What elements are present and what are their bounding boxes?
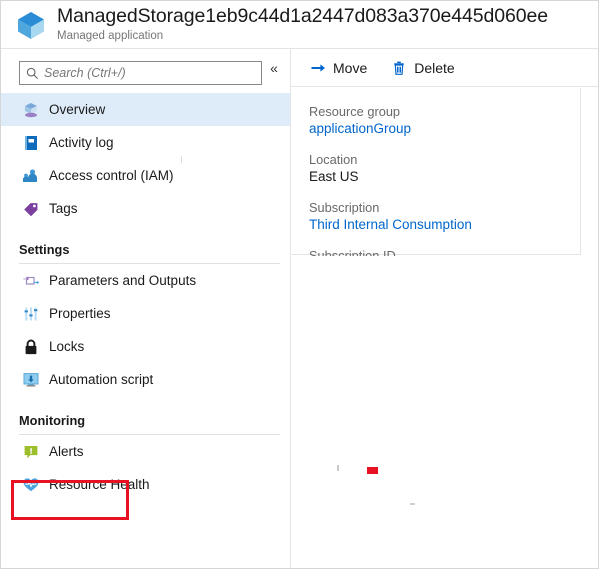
sidebar-item-label: Locks — [49, 339, 85, 354]
search-icon — [20, 67, 44, 80]
move-arrow-icon — [308, 60, 328, 76]
sidebar-item-resource-health[interactable]: Resource Health — [1, 468, 290, 501]
sidebar-item-label: Tags — [49, 201, 78, 216]
sidebar-item-label: Properties — [49, 306, 111, 321]
sidebar-item-label: Activity log — [49, 135, 114, 150]
lock-icon — [13, 338, 49, 356]
header-text-group: ManagedStorage1eb9c44d1a2447d083a370e445… — [57, 5, 548, 44]
blade-header: ManagedStorage1eb9c44d1a2447d083a370e445… — [1, 1, 598, 49]
sidebar-section-settings-title: Settings — [19, 242, 70, 257]
subscription-label: Subscription — [309, 200, 380, 215]
overview-icon — [13, 101, 49, 119]
resource-group-label: Resource group — [309, 104, 401, 119]
render-artifact-tick — [181, 156, 182, 163]
render-artifact-gray — [410, 503, 415, 505]
access-control-icon — [13, 167, 49, 185]
activity-log-icon — [13, 134, 49, 152]
page-subtitle: Managed application — [57, 30, 164, 42]
alerts-icon — [13, 443, 49, 461]
page-title: ManagedStorage1eb9c44d1a2447d083a370e445… — [57, 5, 548, 27]
search-input[interactable] — [44, 66, 244, 80]
sidebar-item-automation-script[interactable]: Automation script — [1, 363, 290, 396]
tags-icon — [13, 200, 49, 218]
essentials-card: Resource group applicationGroup Location… — [292, 88, 581, 263]
azure-portal-blade: ManagedStorage1eb9c44d1a2447d083a370e445… — [0, 0, 599, 569]
resource-health-icon — [13, 476, 49, 494]
parameters-outputs-icon — [13, 272, 49, 290]
trash-icon — [389, 60, 409, 76]
move-button[interactable]: Move — [308, 54, 367, 82]
sidebar-item-label: Automation script — [49, 372, 154, 387]
sidebar-item-label: Resource Health — [49, 477, 150, 492]
automation-script-icon — [13, 371, 49, 389]
sidebar-item-label: Overview — [49, 102, 106, 117]
essentials-field: Subscription Third Internal Consumption — [309, 199, 580, 234]
move-button-label: Move — [333, 59, 368, 76]
sidebar-item-locks[interactable]: Locks — [1, 330, 290, 363]
essentials-field: Resource group applicationGroup — [309, 103, 580, 138]
render-artifact-red — [367, 467, 378, 474]
sidebar-item-alerts[interactable]: Alerts — [1, 435, 290, 468]
managed-application-cube-icon — [9, 9, 53, 41]
subscription-value[interactable]: Third Internal Consumption — [309, 216, 580, 234]
content-toolbar: Move Delete — [291, 49, 598, 87]
blade-sidebar: « Overview Activity — [1, 49, 291, 568]
blade-content: Move Delete Resource group applicationGr… — [291, 49, 598, 568]
location-label: Location — [309, 152, 358, 167]
sidebar-item-access-control[interactable]: Access control (IAM) — [1, 159, 290, 192]
search-row: « — [1, 49, 290, 93]
properties-sliders-icon — [13, 305, 49, 323]
delete-button-label: Delete — [414, 59, 455, 76]
content-lower-panel — [292, 256, 581, 567]
delete-button[interactable]: Delete — [389, 54, 455, 82]
sidebar-item-tags[interactable]: Tags — [1, 192, 290, 225]
location-value: East US — [309, 169, 359, 184]
sidebar-item-activity-log[interactable]: Activity log — [1, 126, 290, 159]
sidebar-item-label: Alerts — [49, 444, 84, 459]
sidebar-item-overview[interactable]: Overview — [1, 93, 290, 126]
sidebar-item-parameters-and-outputs[interactable]: Parameters and Outputs — [1, 264, 290, 297]
sidebar-item-label: Parameters and Outputs — [49, 273, 197, 288]
essentials-field: Location East US — [309, 151, 580, 186]
sidebar-section-monitoring-title: Monitoring — [19, 413, 86, 428]
search-box[interactable] — [19, 61, 262, 85]
resource-group-value[interactable]: applicationGroup — [309, 120, 580, 138]
collapse-chevron-icon[interactable]: « — [265, 59, 283, 77]
sidebar-item-properties[interactable]: Properties — [1, 297, 290, 330]
sidebar-item-label: Access control (IAM) — [49, 168, 174, 183]
render-artifact-gray — [337, 465, 339, 471]
